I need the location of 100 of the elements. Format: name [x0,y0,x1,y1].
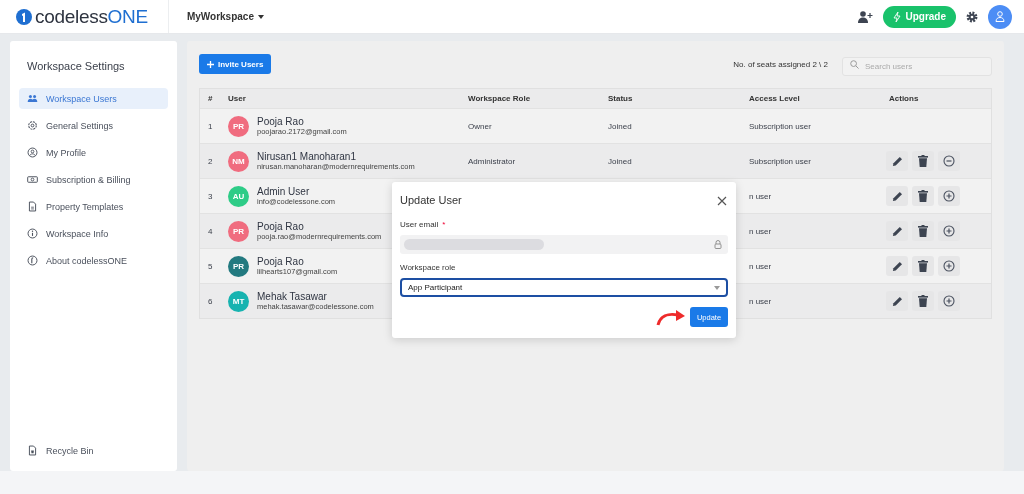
delete-button[interactable] [912,151,934,171]
add-button[interactable] [938,291,960,311]
trash-icon [918,190,928,202]
sidebar-item[interactable]: Recycle Bin [19,440,168,461]
row-number: 2 [208,156,214,166]
row-number: 5 [208,261,214,271]
seats-count: No. of seats assigned 2 \ 2 [733,59,828,69]
sidebar-item[interactable]: General Settings [19,115,168,136]
plus-circle-icon [943,260,955,272]
delete-button[interactable] [912,221,934,241]
pencil-icon [891,295,903,307]
required-mark: * [442,220,446,229]
close-button[interactable] [716,194,728,206]
plus-circle-icon [943,225,955,237]
user-name: Nirusan1 Manoharan1 [257,151,357,162]
caret-icon [257,14,264,19]
search-field[interactable]: Search users [842,56,992,76]
document-icon [27,201,38,212]
user-name: Admin User [257,186,311,197]
sidebar-item[interactable]: Property Templates [19,196,168,217]
document-icon [27,445,38,456]
table-cell: Joined [608,121,632,131]
pencil-icon [891,225,903,237]
table-cell: n user [749,296,772,306]
invite-users-button[interactable]: Invite Users [199,54,272,74]
user-avatar: PR [228,220,249,242]
row-number: 4 [208,226,214,236]
dialog-title: Update User [400,194,462,206]
users-icon [27,93,38,104]
column-header: Workspace Role [468,94,532,103]
column-header: Access Level [749,94,801,103]
logo-text: codelessONE [35,5,148,28]
table-cell: n user [749,261,772,271]
field-label: User email [400,220,439,229]
delete-button[interactable] [912,291,934,311]
sidebar-title: Workspace Settings [27,60,126,72]
trash-icon [918,295,928,307]
sidebar-item[interactable]: Subscription & Billing [19,169,168,190]
table-cell: Owner [468,121,492,131]
edit-button[interactable] [886,256,908,276]
user-avatar: NM [228,150,249,172]
edit-button[interactable] [886,186,908,206]
delete-button[interactable] [912,186,934,206]
user-avatar: PR [228,255,249,277]
edit-button[interactable] [886,221,908,241]
edit-button[interactable] [886,291,908,311]
pencil-icon [891,260,903,272]
row-number: 6 [208,296,214,306]
banknote-icon [27,174,38,185]
curved-arrow [656,308,686,326]
user-avatar: MT [228,290,249,312]
workspace-dropdown[interactable]: MyWorkspace [180,10,270,23]
row-number: 1 [208,121,214,131]
pencil-icon [891,155,903,167]
sidebar-item[interactable]: Workspace Users [19,88,168,109]
bolt-icon [893,11,902,22]
plus-circle-icon [943,295,955,307]
add-button[interactable] [938,186,960,206]
minus-circle-icon [943,155,955,167]
user-avatar: AU [228,185,249,207]
table-cell: n user [749,226,772,236]
column-header: Status [608,94,634,103]
user-avatar: PR [228,115,249,137]
sidebar-item[interactable]: My Profile [19,142,168,163]
plus-icon [207,60,214,68]
delete-button[interactable] [912,256,934,276]
column-header: Actions [889,94,920,103]
caret-icon [714,285,720,290]
edit-button[interactable] [886,151,908,171]
column-header: User [228,94,247,103]
column-header: # [208,94,214,103]
trash-icon [918,260,928,272]
row-number: 3 [208,191,214,201]
field-label: Workspace role [400,263,456,272]
add-button[interactable] [938,221,960,241]
user-avatar[interactable] [988,4,1012,29]
info-icon [27,228,38,239]
lock-icon [714,240,722,249]
trash-icon [918,225,928,237]
role-dropdown[interactable]: App Participant [400,278,728,297]
table-cell: n user [749,191,772,201]
gear-icon [27,120,38,131]
settings-icon[interactable] [966,10,978,23]
plus-circle-icon [943,190,955,202]
table-cell: Administrator [468,156,516,166]
remove-button[interactable] [938,151,960,171]
trash-icon [918,155,928,167]
table-cell: Subscription user [749,156,811,166]
user-name: Mehak Tasawar [257,291,328,302]
add-user-icon[interactable] [858,10,874,23]
user-name: Pooja Rao [257,116,305,127]
sidebar-item[interactable]: Workspace Info [19,223,168,244]
logo-icon [16,8,32,25]
table-cell: Joined [608,156,632,166]
circle-logo-icon [27,255,38,266]
add-button[interactable] [938,256,960,276]
sidebar-item[interactable]: About codelessONE [19,250,168,271]
profile-icon [27,147,38,158]
pencil-icon [891,190,903,202]
user-name: Pooja Rao [257,221,305,232]
